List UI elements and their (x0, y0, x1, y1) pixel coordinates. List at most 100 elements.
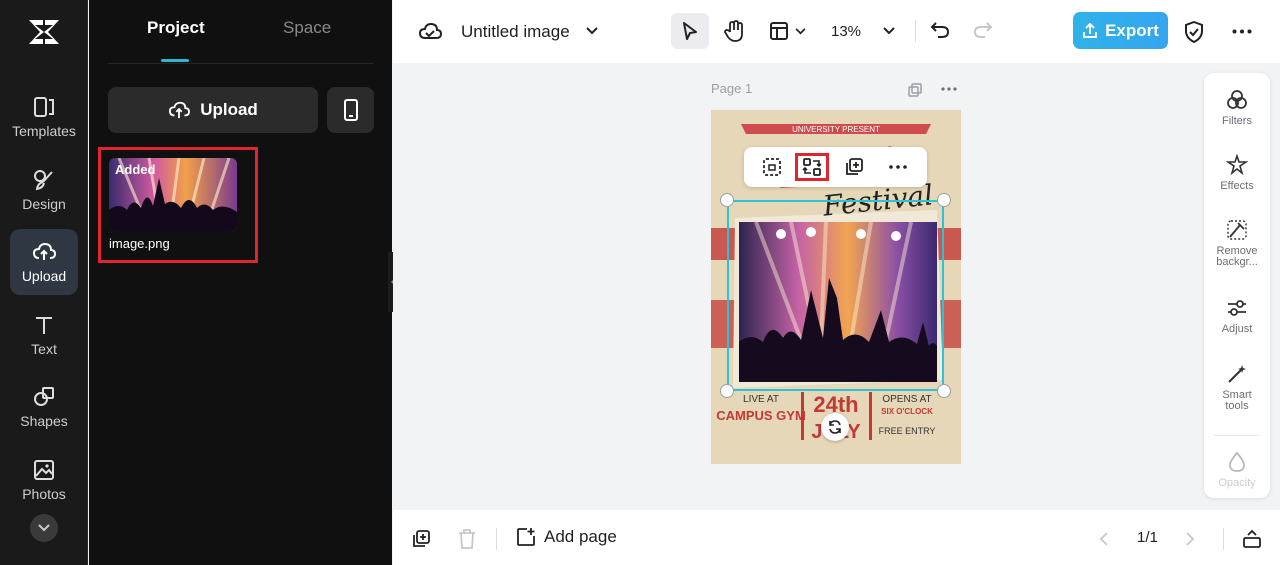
rotate-icon (829, 420, 841, 434)
right-panel-divider (1214, 435, 1260, 436)
asset-thumbnail[interactable]: Added (109, 158, 237, 231)
nav-item-text[interactable]: Text (10, 302, 78, 368)
nav-item-upload[interactable]: Upload (10, 229, 78, 295)
hand-icon (724, 20, 743, 42)
tool-label-effects: Effects (1220, 180, 1254, 192)
canvas-area[interactable]: Page 1 UNIVERSITY PRESENT Festival LIVE … (393, 63, 1280, 510)
text-icon (36, 317, 52, 334)
element-more-button[interactable] (881, 153, 915, 181)
resize-handle-bottom-left[interactable] (720, 384, 734, 398)
nav-label-shapes: Shapes (20, 413, 68, 429)
tool-label-remove-background: Remove backgr... (1216, 245, 1258, 268)
added-badge: Added (115, 162, 156, 177)
nav-label-upload: Upload (21, 268, 67, 284)
capcut-logo-icon[interactable] (26, 16, 62, 48)
more-options-icon[interactable] (1232, 29, 1252, 34)
export-button[interactable]: Export (1073, 12, 1168, 49)
duplicate-icon (846, 158, 863, 175)
resize-handle-top-right[interactable] (937, 193, 951, 207)
nav-label-text: Text (31, 341, 57, 357)
left-nav: Templates Design Upload Text Shapes Phot… (0, 0, 88, 565)
tool-label-filters: Filters (1222, 115, 1252, 127)
asset-highlight-frame: Added image.png (98, 147, 258, 263)
bottom-divider (496, 528, 497, 550)
tool-remove-background[interactable]: Remove backgr... (1204, 219, 1270, 268)
magic-wand-icon (1228, 365, 1246, 383)
effects-star-icon (1226, 154, 1248, 176)
asset-filename: image.png (109, 236, 170, 251)
zoom-level[interactable]: 13% (831, 23, 861, 40)
next-page-icon[interactable] (1185, 531, 1195, 547)
poster-live-at: LIVE AT (743, 394, 779, 405)
floating-toolbar (744, 147, 927, 187)
poster-top-text: UNIVERSITY PRESENT (792, 125, 880, 134)
nav-item-design[interactable]: Design (10, 157, 78, 223)
nav-item-shapes[interactable]: Shapes (10, 374, 78, 440)
poster-entry: FREE ENTRY (879, 426, 936, 436)
dashed-select-icon (763, 158, 781, 176)
shield-check-icon[interactable] (1184, 21, 1204, 43)
crop-select-button[interactable] (755, 153, 789, 181)
layout-tool-button[interactable] (763, 13, 811, 49)
layout-icon (769, 22, 788, 40)
replace-image-button[interactable] (795, 153, 829, 181)
select-tool-button[interactable] (671, 13, 709, 49)
tool-effects[interactable]: Effects (1204, 154, 1270, 192)
upload-button[interactable]: Upload (108, 87, 318, 133)
upload-cloud-icon (32, 242, 56, 260)
zoom-chevron-down-icon[interactable] (883, 27, 895, 35)
bottom-toolbar: Add page 1/1 (393, 510, 1280, 565)
tool-filters[interactable]: Filters (1204, 89, 1270, 127)
duplicate-element-button[interactable] (837, 153, 871, 181)
tool-label-smart-tools: Smart tools (1222, 389, 1252, 412)
top-toolbar: Untitled image 13% Export (393, 0, 1280, 63)
nav-item-templates[interactable]: Templates (10, 84, 78, 150)
nav-label-design: Design (22, 196, 66, 212)
add-page-icon (517, 528, 535, 546)
trash-icon[interactable] (458, 529, 476, 549)
upload-panel: Project Space Upload Added image.png (89, 0, 392, 565)
expand-pages-icon[interactable] (1242, 529, 1262, 549)
filters-icon (1227, 90, 1247, 109)
hand-tool-button[interactable] (715, 13, 753, 49)
nav-label-photos: Photos (22, 486, 66, 502)
phone-upload-button[interactable] (327, 87, 374, 133)
pointer-icon (683, 22, 697, 40)
prev-page-icon[interactable] (1099, 531, 1109, 547)
tool-smart-tools[interactable]: Smart tools (1204, 363, 1270, 412)
resize-handle-bottom-right[interactable] (937, 384, 951, 398)
undo-icon[interactable] (930, 21, 950, 39)
poster-venue: CAMPUS GYM (716, 408, 806, 423)
design-icon (34, 170, 53, 191)
page-label: Page 1 (711, 81, 753, 96)
tool-opacity[interactable]: Opacity (1204, 451, 1270, 489)
chevron-down-icon[interactable] (586, 27, 598, 35)
opacity-drop-icon (1229, 451, 1245, 472)
tab-space[interactable]: Space (283, 18, 331, 38)
duplicate-page-icon[interactable] (411, 529, 431, 549)
add-page-button[interactable]: Add page (516, 527, 617, 547)
page-more-icon[interactable] (941, 87, 957, 91)
replace-swap-icon (802, 158, 822, 176)
selection-frame[interactable] (727, 200, 944, 391)
page-counter: 1/1 (1137, 529, 1158, 546)
nav-item-photos[interactable]: Photos (10, 447, 78, 513)
poster-time: SIX O'CLOCK (881, 407, 933, 416)
upload-button-label: Upload (200, 100, 258, 119)
shapes-icon (34, 387, 54, 406)
nav-label-templates: Templates (12, 123, 76, 139)
document-title[interactable]: Untitled image (461, 22, 570, 42)
more-options-icon (889, 165, 907, 169)
remove-background-icon (1227, 220, 1247, 240)
resize-handle-top-left[interactable] (720, 193, 734, 207)
rotate-handle[interactable] (821, 413, 849, 441)
export-upload-icon (1083, 22, 1098, 38)
redo-icon[interactable] (973, 21, 993, 39)
duplicate-page-icon[interactable] (908, 83, 922, 97)
tool-label-adjust: Adjust (1221, 323, 1253, 335)
tool-adjust[interactable]: Adjust (1204, 297, 1270, 335)
cloud-save-icon[interactable] (418, 21, 442, 41)
tab-project[interactable]: Project (147, 18, 205, 38)
nav-more-button[interactable] (30, 514, 58, 542)
poster-opens-at: OPENS AT (882, 394, 931, 405)
